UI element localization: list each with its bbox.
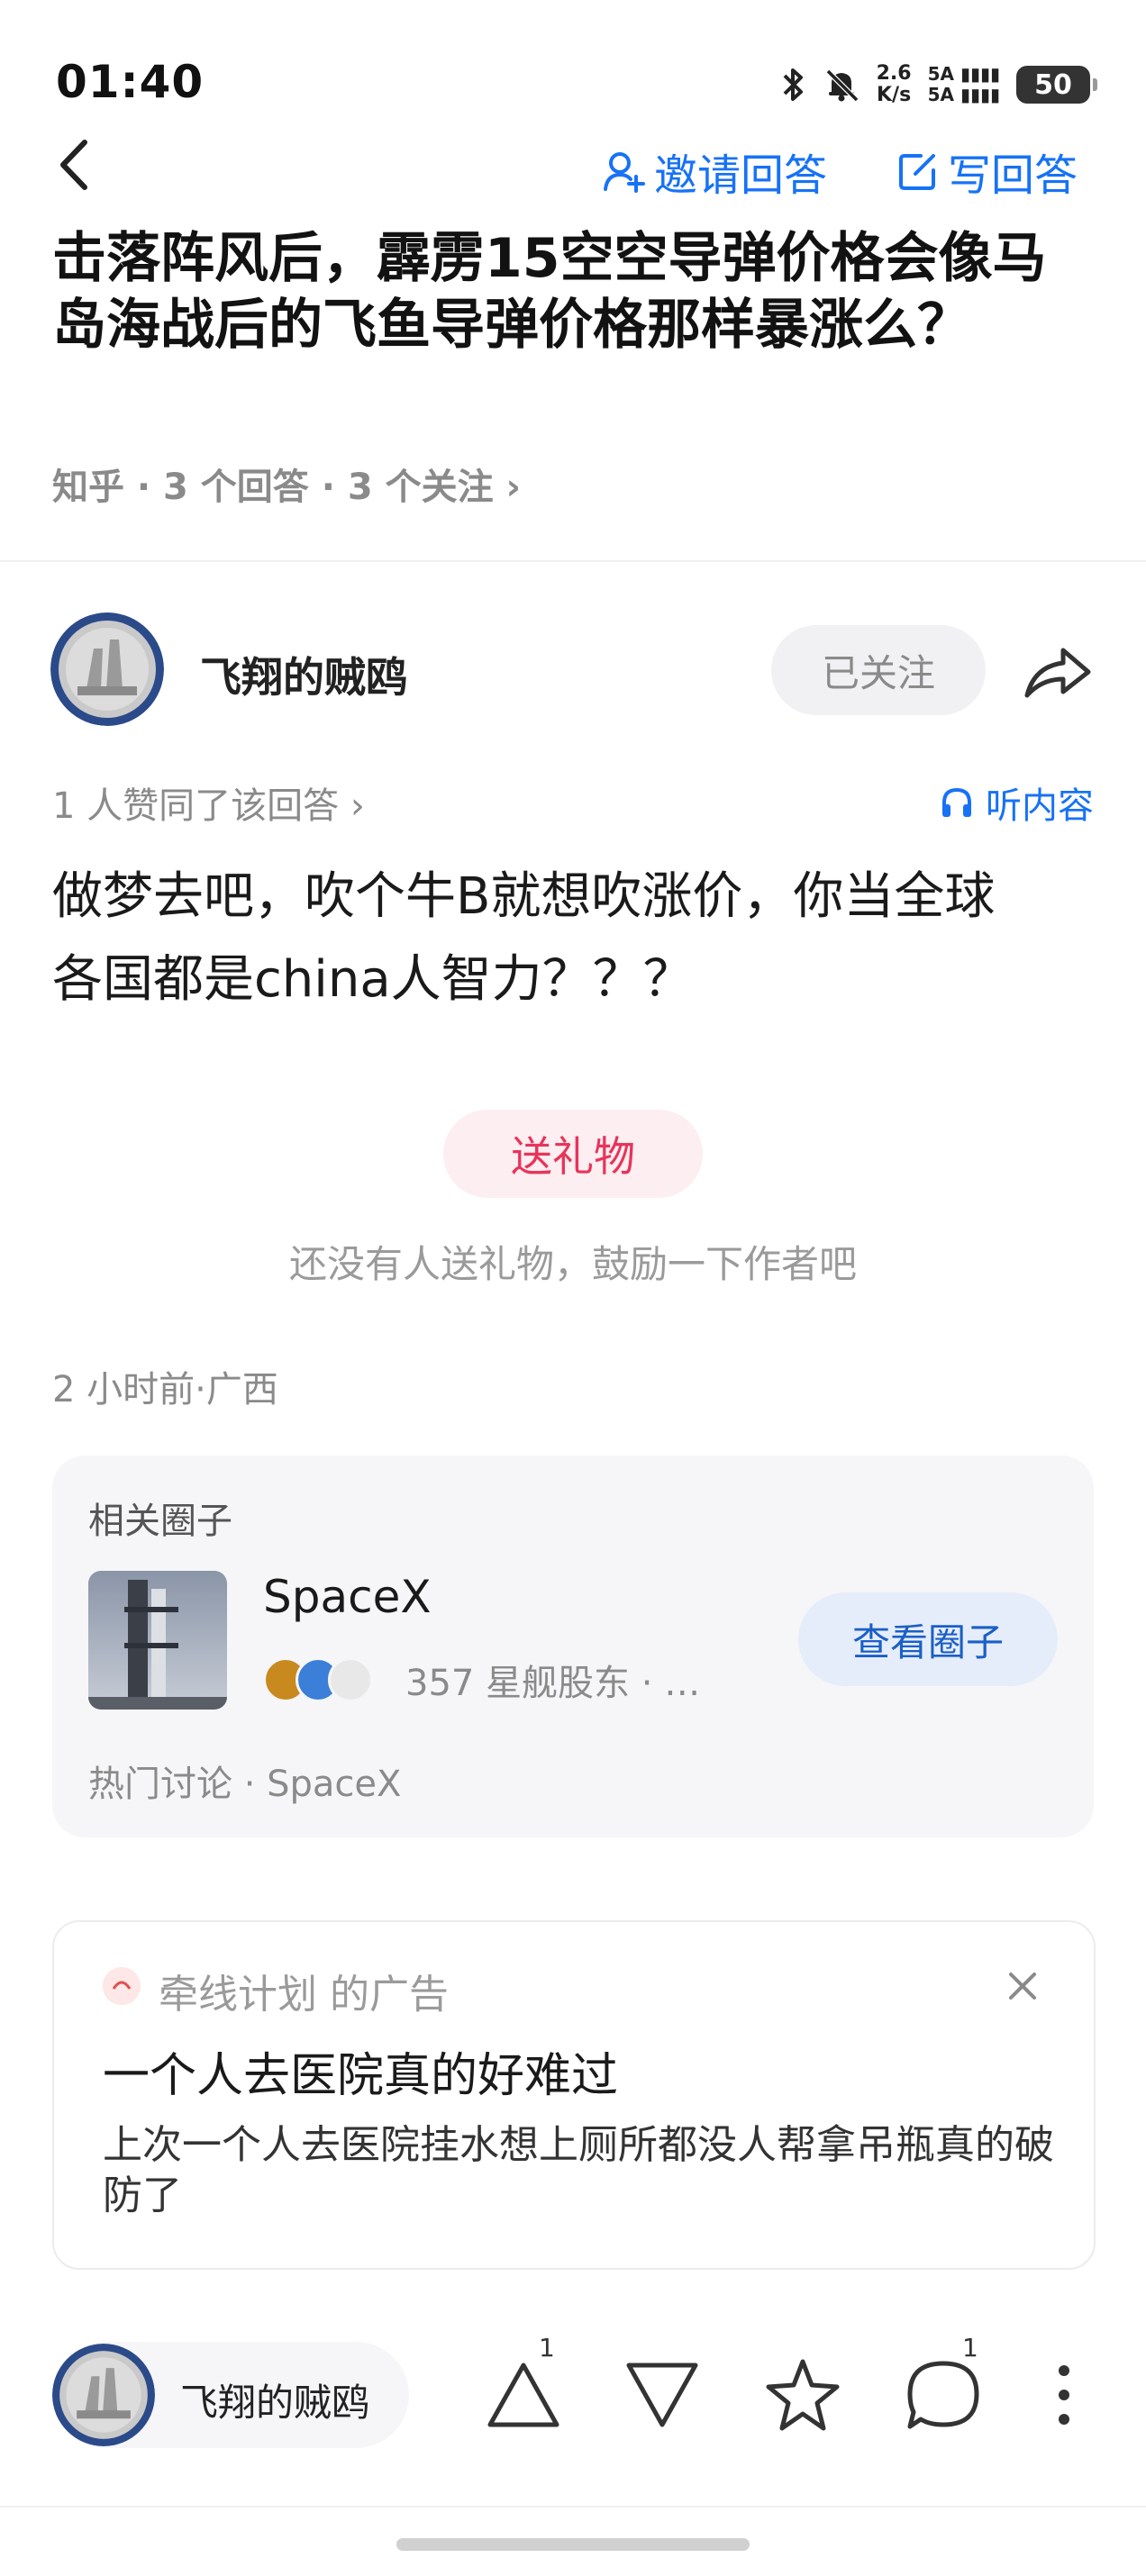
bottom-separator [0, 2506, 1146, 2508]
question-meta[interactable]: 知乎 · 3 个回答 · 3 个关注 › [52, 458, 521, 510]
member-avatar [328, 1657, 373, 1702]
comment-bubble-icon [907, 2361, 979, 2429]
ad-source: 牵线计划 的广告 [159, 1972, 449, 2018]
invite-answer-label: 邀请回答 [654, 150, 828, 201]
ad-logo-icon [103, 1967, 141, 2005]
favorite-button[interactable] [762, 2354, 843, 2435]
rocket-tower-image [88, 1571, 227, 1710]
status-time: 01:40 [56, 56, 205, 108]
signal-indicator: 5A ▮▮▮▮ 5A ▮▮▮▮ [927, 63, 1000, 105]
divider [0, 560, 1146, 562]
home-indicator[interactable] [396, 2538, 750, 2551]
circle-section-title: 相关圈子 [88, 1501, 232, 1542]
listen-button[interactable]: 听内容 [939, 776, 1094, 829]
invite-user-icon [604, 152, 645, 193]
answer-body[interactable]: 做梦去吧，吹个牛B就想吹涨价，你当全球 各国都是china人智力？？？ [52, 856, 1097, 1021]
send-gift-button[interactable]: 送礼物 [443, 1110, 703, 1198]
follow-button[interactable]: 已关注 [771, 625, 986, 715]
answer-line: 各国都是china人智力？？？ [52, 950, 694, 1009]
downvote-button[interactable] [622, 2354, 703, 2435]
comment-button[interactable] [903, 2354, 984, 2435]
battery-indicator: 50 [1016, 66, 1097, 104]
status-icons: 2.6 K/s 5A ▮▮▮▮ 5A ▮▮▮▮ 50 [779, 62, 1097, 106]
headphones-icon [942, 787, 971, 817]
share-button[interactable] [1022, 636, 1094, 708]
star-icon [766, 2359, 840, 2431]
coin-avatar-image [52, 2344, 155, 2446]
upvote-button[interactable] [483, 2354, 564, 2435]
more-vertical-icon [1059, 2365, 1069, 2425]
member-avatars [263, 1657, 373, 1702]
edit-icon [899, 154, 935, 190]
question-title[interactable]: 击落阵风后，霹雳15空空导弹价格会像马岛海战后的飞鱼导弹价格那样暴涨么？ [52, 225, 1097, 358]
listen-label: 听内容 [986, 785, 1094, 827]
mute-bell-icon [825, 68, 859, 103]
view-circle-button[interactable]: 查看圈子 [798, 1592, 1058, 1686]
gift-hint: 还没有人送礼物，鼓励一下作者吧 [288, 1242, 857, 1286]
upvote-triangle-icon [487, 2363, 559, 2427]
circle-thumbnail[interactable] [88, 1571, 227, 1710]
answer-line: 做梦去吧，吹个牛B就想吹涨价，你当全球 [52, 867, 996, 926]
likes-summary[interactable]: 1 人赞同了该回答 › [52, 776, 365, 829]
net-speed: 2.6 K/s [876, 62, 912, 106]
more-button[interactable] [1041, 2354, 1087, 2435]
share-arrow-icon [1024, 648, 1091, 698]
bluetooth-icon [783, 68, 803, 101]
ad-title[interactable]: 一个人去医院真的好难过 [103, 2037, 618, 2105]
downvote-triangle-icon [626, 2363, 698, 2427]
upvote-count: 1 [539, 2333, 555, 2363]
bottom-author-name: 飞翔的贼鸥 [180, 2381, 370, 2425]
ad-close-button[interactable] [1000, 1964, 1045, 2009]
circle-name[interactable]: SpaceX [263, 1571, 432, 1623]
author-name[interactable]: 飞翔的贼鸥 [200, 645, 407, 704]
hot-discussion[interactable]: 热门讨论 · SpaceX [88, 1755, 401, 1807]
back-arrow-icon [60, 140, 87, 190]
close-icon [1009, 1973, 1036, 2000]
coin-avatar-image [50, 612, 164, 726]
comment-count: 1 [962, 2333, 978, 2363]
write-answer-label: 写回答 [948, 150, 1078, 201]
write-answer-button[interactable]: 写回答 [897, 140, 1078, 203]
invite-answer-button[interactable]: 邀请回答 [602, 140, 827, 203]
back-button[interactable] [50, 133, 105, 196]
author-avatar[interactable] [50, 612, 164, 726]
ad-description[interactable]: 上次一个人去医院挂水想上厕所都没人帮拿吊瓶真的破防了 [103, 2120, 1058, 2221]
post-time-location: 2 小时前·广西 [52, 1369, 278, 1410]
circle-members: 357 星舰股东 · … [405, 1663, 701, 1704]
bottom-author-avatar[interactable] [52, 2344, 155, 2446]
